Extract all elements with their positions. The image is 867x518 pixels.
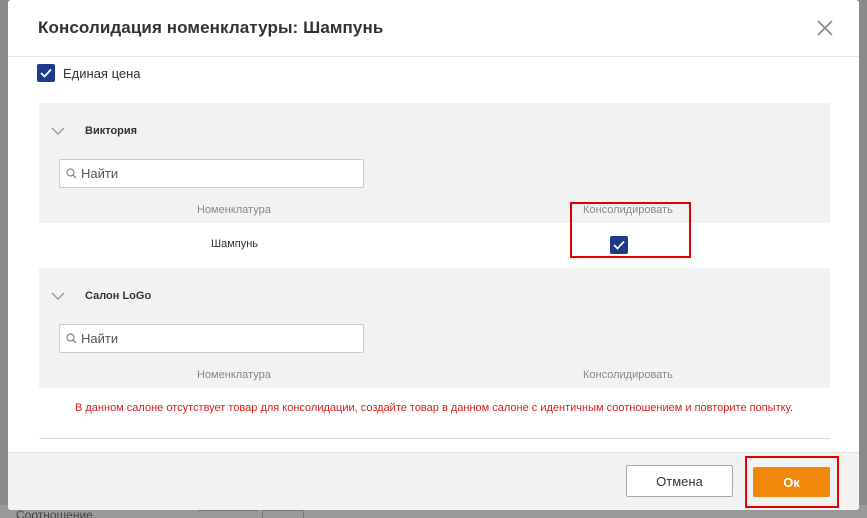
ok-button[interactable]: Ок xyxy=(753,467,830,497)
consolidate-checkbox[interactable] xyxy=(610,236,628,254)
table-row: Шампунь xyxy=(39,223,830,268)
modal-header: Консолидация номенклатуры: Шампунь xyxy=(8,0,859,57)
search-field[interactable] xyxy=(59,159,364,188)
chevron-down-icon xyxy=(51,127,65,135)
close-icon[interactable] xyxy=(815,18,835,38)
salon-section-logo: Салон LoGo Номенклатура Консолидировать xyxy=(39,268,830,388)
background-cell xyxy=(198,510,258,518)
salon-header[interactable]: Салон LoGo xyxy=(51,290,151,302)
chevron-down-icon xyxy=(51,292,65,300)
column-header-consolidate: Консолидировать xyxy=(583,369,673,381)
salon-name: Виктория xyxy=(85,125,138,137)
search-icon xyxy=(66,168,77,179)
search-icon xyxy=(66,333,77,344)
unified-price-label: Единая цена xyxy=(63,65,141,81)
salon-name: Салон LoGo xyxy=(85,290,152,302)
salon-section-viktoriya: Виктория Номенклатура Консолидировать xyxy=(39,103,830,223)
consolidation-modal: Консолидация номенклатуры: Шампунь Едина… xyxy=(8,0,859,510)
modal-footer: Отмена Ок xyxy=(8,452,859,510)
search-input[interactable] xyxy=(81,166,361,181)
cancel-button[interactable]: Отмена xyxy=(626,465,733,497)
unified-price-checkbox[interactable] xyxy=(37,64,55,82)
search-input[interactable] xyxy=(81,331,361,346)
modal-title: Консолидация номенклатуры: Шампунь xyxy=(38,18,384,37)
divider xyxy=(39,438,830,439)
column-header-nomenclature: Номенклатура xyxy=(197,369,271,381)
check-icon xyxy=(613,240,625,250)
column-header-consolidate: Консолидировать xyxy=(583,204,673,216)
check-icon xyxy=(40,68,52,78)
error-message: В данном салоне отсутствует товар для ко… xyxy=(74,402,793,414)
search-field[interactable] xyxy=(59,324,364,353)
column-header-nomenclature: Номенклатура xyxy=(197,204,271,216)
background-cell xyxy=(262,510,304,518)
item-name: Шампунь xyxy=(211,238,259,250)
salon-header[interactable]: Виктория xyxy=(51,125,137,137)
unified-price-row: Единая цена xyxy=(37,64,141,82)
